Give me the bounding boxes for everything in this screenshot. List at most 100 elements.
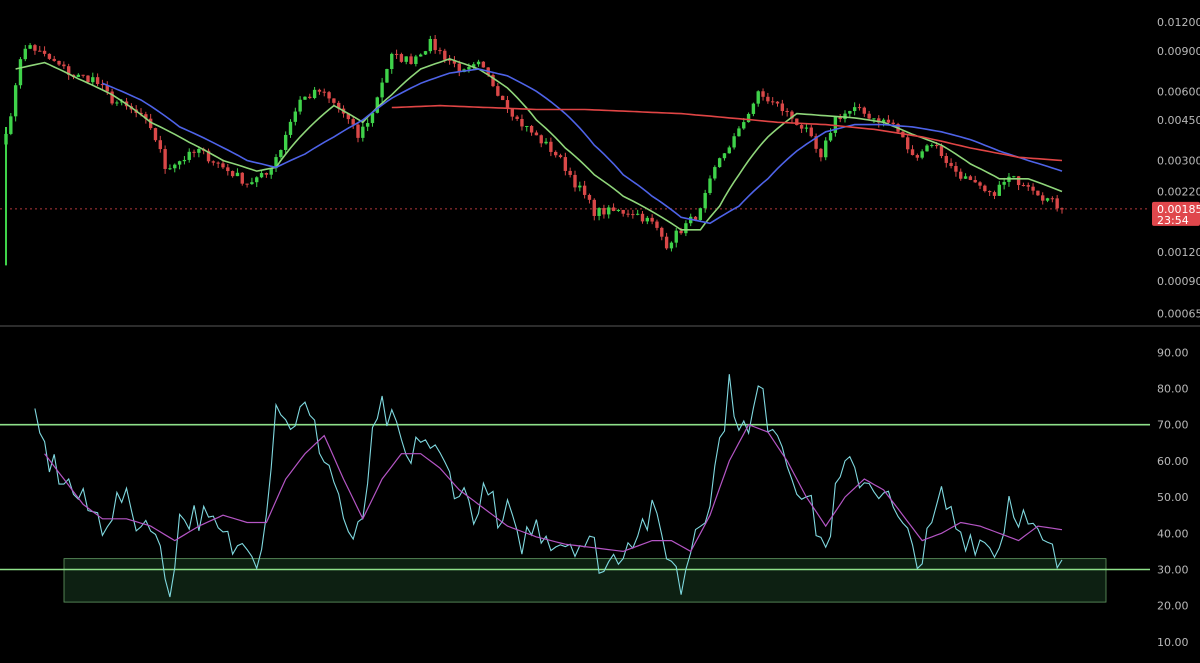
candle-body <box>679 230 683 234</box>
candle-body <box>640 213 645 222</box>
candle-body <box>558 155 563 158</box>
candle-body <box>481 61 486 68</box>
rsi-tick-label: 60.00 <box>1157 455 1189 468</box>
candle-body <box>607 207 611 215</box>
candle-body <box>563 157 568 171</box>
candle-body <box>327 92 331 99</box>
candle-body <box>722 153 727 159</box>
candle-body <box>298 99 302 112</box>
rsi-tick-label: 10.00 <box>1157 636 1189 649</box>
candle-body <box>949 162 953 167</box>
candle-body <box>216 162 220 164</box>
price-tick-label: 0.00220 <box>1157 186 1200 199</box>
candle-body <box>18 59 23 86</box>
candle-body <box>1055 198 1059 209</box>
candle-body <box>862 107 866 114</box>
candle-body <box>848 111 852 114</box>
candle-body <box>713 167 717 179</box>
candle-body <box>920 151 924 158</box>
candle-body <box>534 132 539 136</box>
candle-body <box>197 148 201 153</box>
candle-body <box>819 148 823 158</box>
candle-body <box>684 223 688 234</box>
candle-body <box>33 45 37 51</box>
candle-body <box>872 118 876 120</box>
candle-body <box>303 96 307 100</box>
candle-body <box>418 54 423 57</box>
candle-body <box>703 192 707 209</box>
candle-body <box>857 107 862 109</box>
candle-body <box>86 75 90 83</box>
price-tick-label: 0.00900 <box>1157 45 1200 58</box>
oversold-highlight-zone <box>63 558 1107 603</box>
price-tick-label: 0.00600 <box>1157 85 1200 98</box>
candle-body <box>766 96 770 102</box>
candle-body <box>698 208 703 221</box>
candle-body <box>414 56 418 64</box>
candle-body <box>293 111 298 122</box>
candle-body <box>52 58 56 61</box>
candle-body <box>959 171 963 179</box>
candle-body <box>168 168 172 170</box>
candle-body <box>322 91 326 93</box>
candle-body <box>211 161 216 163</box>
candle-body <box>795 118 799 126</box>
candle-body <box>399 54 404 62</box>
candle-body <box>934 145 939 147</box>
candle-body <box>930 145 934 147</box>
candle-body <box>245 183 249 185</box>
candle-body <box>611 207 616 211</box>
candle-body <box>756 91 760 104</box>
candle-body <box>597 208 601 216</box>
candle-body <box>626 213 630 215</box>
candle-body <box>177 161 182 165</box>
candle-body <box>655 221 659 228</box>
candle-body <box>221 163 225 168</box>
candle-body <box>968 176 973 180</box>
candle-body <box>95 77 100 84</box>
candle-body <box>939 146 944 156</box>
candle-body <box>674 230 678 243</box>
candle-body <box>1041 195 1045 201</box>
candle-body <box>573 174 577 188</box>
candle-body <box>288 121 293 135</box>
rsi-tick-label: 30.00 <box>1157 564 1189 577</box>
candle-body <box>1026 185 1030 187</box>
trading-chart[interactable]: 0.01200 0.00900 0.00600 0.00450 0.00300 0.002… <box>0 0 1200 663</box>
candle-body <box>978 182 982 186</box>
candle-body <box>500 95 505 101</box>
candle-body <box>746 113 751 123</box>
candle-body <box>443 50 447 60</box>
candle-body <box>390 53 394 70</box>
candle-body <box>983 185 987 192</box>
candle-body <box>809 127 813 137</box>
rsi-axis[interactable]: 90.00 80.00 70.00 60.00 50.00 40.00 30.00 20.00… <box>1157 346 1189 649</box>
candle-body <box>115 102 119 104</box>
candle-body <box>42 50 47 54</box>
candle-body <box>997 184 1002 196</box>
candle-body <box>954 166 958 172</box>
candle-body <box>409 56 413 64</box>
candle-body <box>226 167 230 172</box>
candle-body <box>602 208 606 215</box>
candle-body <box>799 125 804 129</box>
candle-body <box>587 194 592 200</box>
candle-body <box>635 213 640 215</box>
candle-body <box>13 85 18 117</box>
candle-body <box>91 77 95 83</box>
candle-body <box>906 137 910 150</box>
candle-body <box>312 89 317 98</box>
candle-body <box>529 125 534 133</box>
candle-body <box>182 159 187 162</box>
candle-body <box>770 101 775 103</box>
candle-body <box>423 51 428 55</box>
candle-body <box>404 56 408 62</box>
candle-body <box>153 128 158 141</box>
candle-body <box>57 60 61 65</box>
candle-body <box>669 242 674 249</box>
candle-body <box>47 53 52 59</box>
candle-body <box>737 128 741 137</box>
candle-body <box>544 141 548 144</box>
price-tick-label: 0.01200 <box>1157 16 1200 29</box>
candle-body <box>963 176 968 179</box>
